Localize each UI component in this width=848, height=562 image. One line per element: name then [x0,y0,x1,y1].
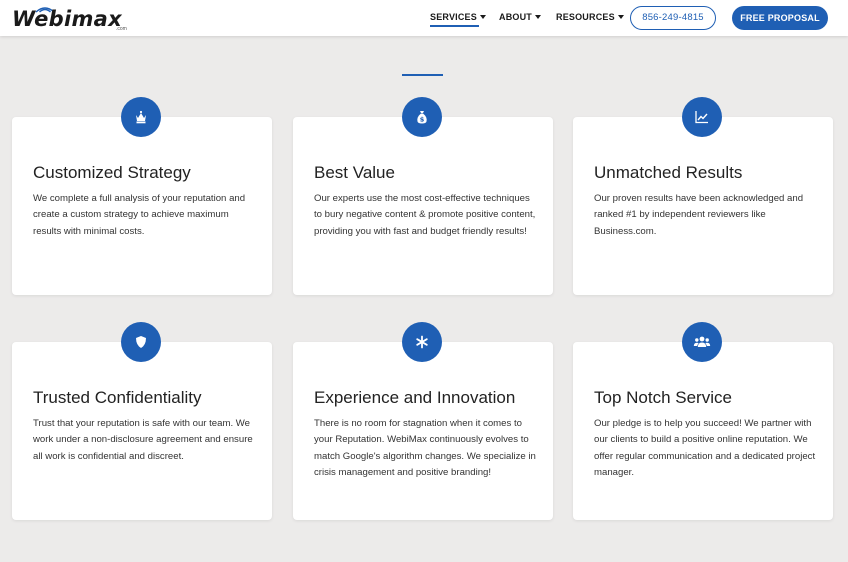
phone-button[interactable]: 856-249-4815 [630,6,716,30]
logo-domain: .com [116,26,127,32]
card-title: Unmatched Results [594,163,743,182]
card-best-value: $ Best Value Our experts use the most co… [293,97,553,295]
card-title: Trusted Confidentiality [33,388,202,407]
nav-resources-label: RESOURCES [556,12,615,22]
card-unmatched-results: Unmatched Results Our proven results hav… [573,97,833,295]
nav-about[interactable]: ABOUT [499,12,541,22]
nav-services-label: SERVICES [430,12,477,22]
free-proposal-button[interactable]: FREE PROPOSAL [732,6,828,30]
card-text: Our experts use the most cost-effective … [314,193,536,237]
chevron-down-icon [535,15,541,19]
card-title: Top Notch Service [594,388,732,407]
chevron-down-icon [479,15,486,19]
site-header: Webimax .com SERVICES ABOUT RESOURCES 85… [0,0,848,36]
users-icon [682,322,722,362]
chevron-down-icon [617,15,624,19]
shield-icon [121,322,161,362]
nav-about-label: ABOUT [499,12,532,22]
nav-active-underline [430,25,479,27]
asterisk-icon [402,322,442,362]
card-title: Customized Strategy [33,163,191,182]
svg-text:$: $ [420,116,425,124]
card-title: Best Value [314,163,395,182]
card-experience-innovation: Experience and Innovation There is no ro… [293,322,553,520]
card-top-notch-service: Top Notch Service Our pledge is to help … [573,322,833,520]
card-text: There is no room for stagnation when it … [314,418,536,478]
money-bag-icon: $ [402,97,442,137]
line-chart-icon [682,97,722,137]
chess-king-icon [121,97,161,137]
section-divider [402,74,443,76]
nav-services[interactable]: SERVICES [430,12,486,22]
card-trusted-confidentiality: Trusted Confidentiality Trust that your … [12,322,272,520]
webimax-logo[interactable]: Webimax .com [12,3,128,33]
card-text: Our pledge is to help you succeed! We pa… [594,418,816,478]
logo-text: Webimax [12,7,122,31]
nav-resources[interactable]: RESOURCES [556,12,624,22]
card-text: Our proven results have been acknowledge… [594,193,804,237]
card-text: We complete a full analysis of your repu… [33,193,246,237]
card-customized-strategy: Customized Strategy We complete a full a… [12,97,272,295]
card-text: Trust that your reputation is safe with … [33,418,253,462]
card-title: Experience and Innovation [314,388,516,407]
